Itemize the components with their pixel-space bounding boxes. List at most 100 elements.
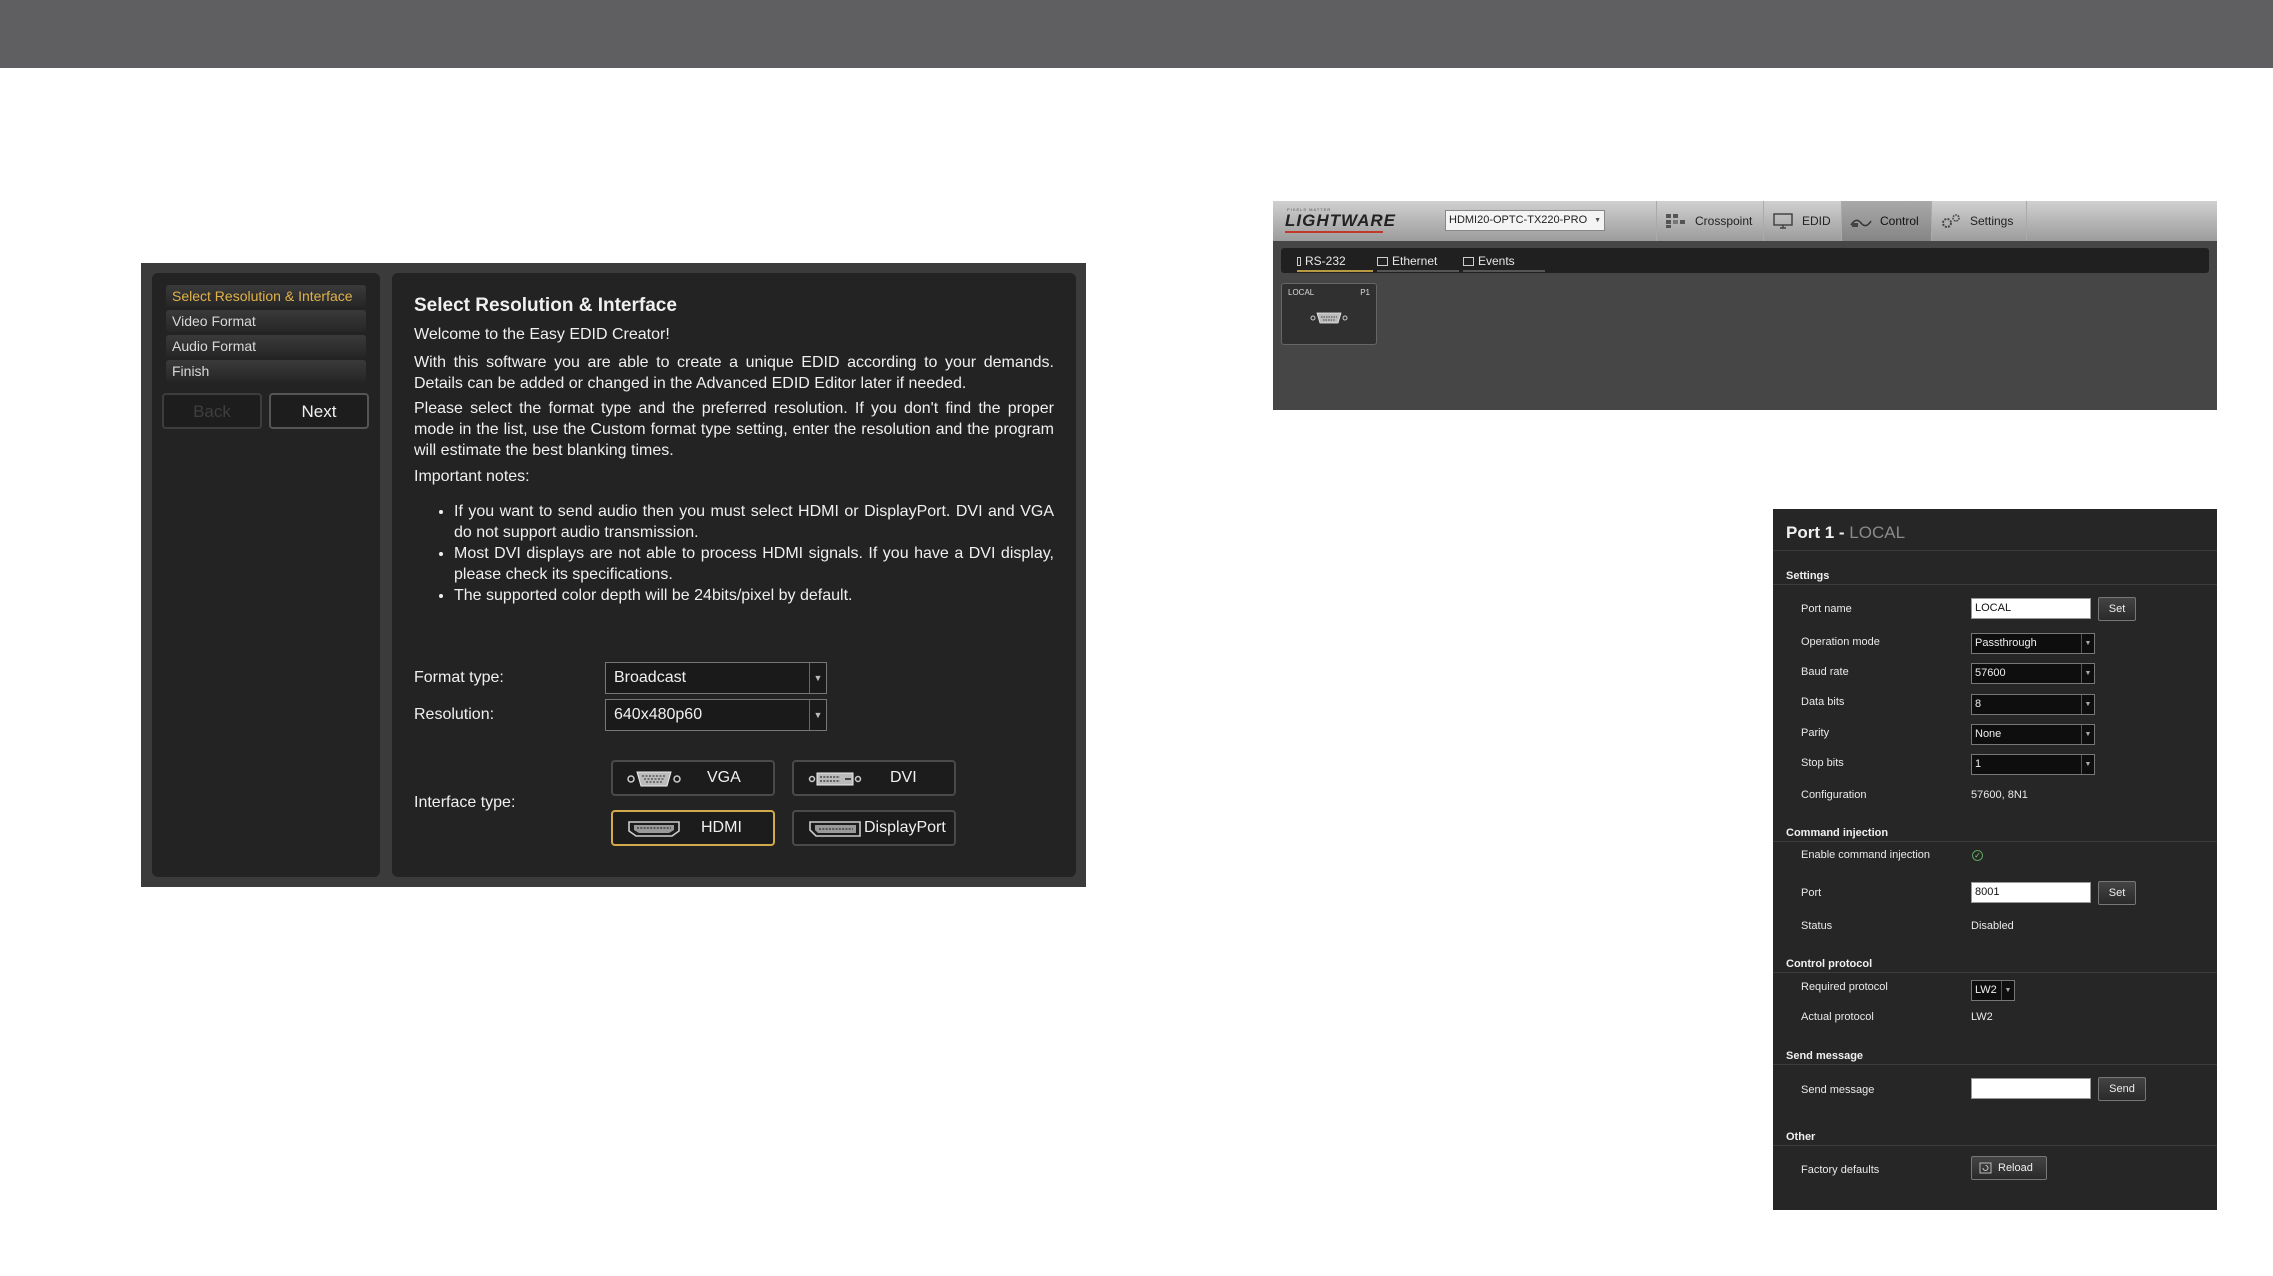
tab-edid[interactable]: EDID: [1763, 201, 1841, 241]
divider: [1773, 584, 2217, 585]
tab-edid-label: EDID: [1802, 214, 1831, 228]
status-value: Disabled: [1971, 920, 2014, 932]
data-bits-label: Data bits: [1801, 696, 1845, 708]
panel-title-main: Port 1 -: [1786, 523, 1850, 542]
top-banner: [0, 0, 2273, 68]
set-port-name-button[interactable]: Set: [2098, 597, 2136, 621]
port-tile-name: LOCAL: [1288, 288, 1315, 297]
control-subtabs: RS-232 Ethernet Events: [1281, 248, 2209, 273]
tab-settings[interactable]: Settings: [1931, 201, 2027, 241]
divider: [1773, 1145, 2217, 1146]
interface-type-label: Interface type:: [414, 794, 516, 811]
tab-crosspoint[interactable]: Crosspoint: [1656, 201, 1763, 241]
welcome-text: Welcome to the Easy EDID Creator!: [414, 326, 670, 343]
vga-button[interactable]: VGA: [611, 760, 775, 796]
subtab-rs232[interactable]: RS-232: [1297, 250, 1373, 272]
next-button[interactable]: Next: [269, 393, 369, 429]
displayport-button[interactable]: DisplayPort: [792, 810, 956, 846]
chevron-down-icon: ▼: [2081, 755, 2094, 774]
resolution-select[interactable]: 640x480p60 ▼: [605, 699, 827, 731]
operation-mode-select[interactable]: Passthrough ▼: [1971, 633, 2095, 654]
port-name-input[interactable]: LOCAL: [1971, 598, 2091, 619]
chevron-down-icon: ▼: [2081, 664, 2094, 683]
logo-underline: [1285, 231, 1383, 233]
ethernet-icon: [1377, 257, 1388, 266]
vga-label: VGA: [707, 769, 741, 786]
chevron-down-icon: ▼: [2001, 981, 2014, 1000]
divider: [1773, 550, 2217, 551]
tab-control-label: Control: [1880, 214, 1919, 228]
chevron-down-icon: ▼: [2081, 634, 2094, 653]
reload-icon: [1979, 1162, 1992, 1174]
displayport-label: DisplayPort: [864, 819, 946, 836]
format-type-select[interactable]: Broadcast ▼: [605, 662, 827, 694]
chevron-down-icon: ▼: [809, 663, 826, 693]
stop-bits-label: Stop bits: [1801, 757, 1844, 769]
notes-list: If you want to send audio then you must …: [414, 501, 1054, 606]
actual-protocol-value: LW2: [1971, 1011, 1993, 1023]
lightware-header: PIXELS MATTER LIGHTWARE HDMI20-OPTC-TX22…: [1273, 201, 2217, 241]
set-injection-port-button[interactable]: Set: [2098, 881, 2136, 905]
format-type-value: Broadcast: [614, 669, 687, 686]
reload-label: Reload: [1998, 1162, 2033, 1174]
hdmi-connector-icon: [628, 821, 680, 837]
page-title: Select Resolution & Interface: [414, 295, 677, 316]
monitor-icon: [1773, 213, 1793, 229]
stop-bits-value: 1: [1975, 758, 1982, 770]
displayport-connector-icon: [809, 821, 861, 837]
tab-control[interactable]: Control: [1841, 201, 1931, 241]
baud-rate-label: Baud rate: [1801, 666, 1849, 678]
resolution-label: Resolution:: [414, 706, 495, 723]
control-protocol-heading: Control protocol: [1786, 958, 1873, 970]
crosspoint-icon: [1666, 214, 1685, 228]
send-message-heading: Send message: [1786, 1050, 1864, 1062]
settings-heading: Settings: [1786, 570, 1830, 582]
vga-connector-icon: [627, 771, 681, 787]
enable-injection-checkbox[interactable]: ✓: [1972, 850, 1983, 861]
subtab-ethernet[interactable]: Ethernet: [1377, 250, 1459, 272]
step-video-format[interactable]: Video Format: [166, 310, 366, 332]
step-select-resolution[interactable]: Select Resolution & Interface: [166, 285, 366, 307]
wizard-content: Select Resolution & Interface Welcome to…: [392, 273, 1076, 877]
chevron-down-icon: ▼: [809, 700, 826, 730]
hdmi-button[interactable]: HDMI: [611, 810, 775, 846]
divider: [1773, 1064, 2217, 1065]
easy-edid-wizard: Select Resolution & Interface Video Form…: [141, 263, 1086, 887]
subtab-events[interactable]: Events: [1463, 250, 1545, 272]
reload-button[interactable]: Reload: [1971, 1156, 2047, 1180]
device-name: HDMI20-OPTC-TX220-PRO: [1449, 214, 1588, 226]
parity-select[interactable]: None ▼: [1971, 724, 2095, 745]
data-bits-select[interactable]: 8 ▼: [1971, 694, 2095, 715]
port-settings-panel: Port 1 - LOCAL Settings Port name LOCAL …: [1773, 509, 2217, 1210]
subtab-events-label: Events: [1478, 254, 1515, 268]
gear-icon: [1942, 214, 1960, 228]
format-type-label: Format type:: [414, 669, 504, 686]
injection-port-input[interactable]: 8001: [1971, 882, 2091, 903]
status-label: Status: [1801, 920, 1833, 932]
serial-connector-icon: [1310, 312, 1348, 324]
wizard-step-list: Select Resolution & Interface Video Form…: [152, 273, 380, 877]
factory-defaults-label: Factory defaults: [1801, 1164, 1880, 1176]
port-tile-local[interactable]: LOCAL P1: [1281, 283, 1377, 345]
chevron-down-icon: ▼: [2081, 695, 2094, 714]
back-button[interactable]: Back: [162, 393, 262, 429]
serial-icon: [1297, 257, 1301, 266]
dvi-button[interactable]: DVI: [792, 760, 956, 796]
operation-mode-label: Operation mode: [1801, 636, 1880, 648]
required-protocol-select[interactable]: LW2 ▼: [1971, 980, 2015, 1001]
divider: [1773, 841, 2217, 842]
send-button[interactable]: Send: [2098, 1077, 2146, 1101]
resolution-value: 640x480p60: [614, 706, 703, 723]
step-audio-format[interactable]: Audio Format: [166, 335, 366, 357]
configuration-label: Configuration: [1801, 789, 1867, 801]
note-item: If you want to send audio then you must …: [454, 501, 1054, 543]
send-message-input[interactable]: [1971, 1078, 2091, 1099]
required-protocol-label: Required protocol: [1801, 981, 1888, 993]
baud-rate-select[interactable]: 57600 ▼: [1971, 663, 2095, 684]
lightware-logo: LIGHTWARE: [1285, 211, 1396, 230]
device-select[interactable]: HDMI20-OPTC-TX220-PRO ▼: [1445, 210, 1605, 231]
subtab-ethernet-label: Ethernet: [1392, 254, 1438, 268]
stop-bits-select[interactable]: 1 ▼: [1971, 754, 2095, 775]
step-finish[interactable]: Finish: [166, 360, 366, 382]
notes-heading: Important notes:: [414, 468, 530, 485]
